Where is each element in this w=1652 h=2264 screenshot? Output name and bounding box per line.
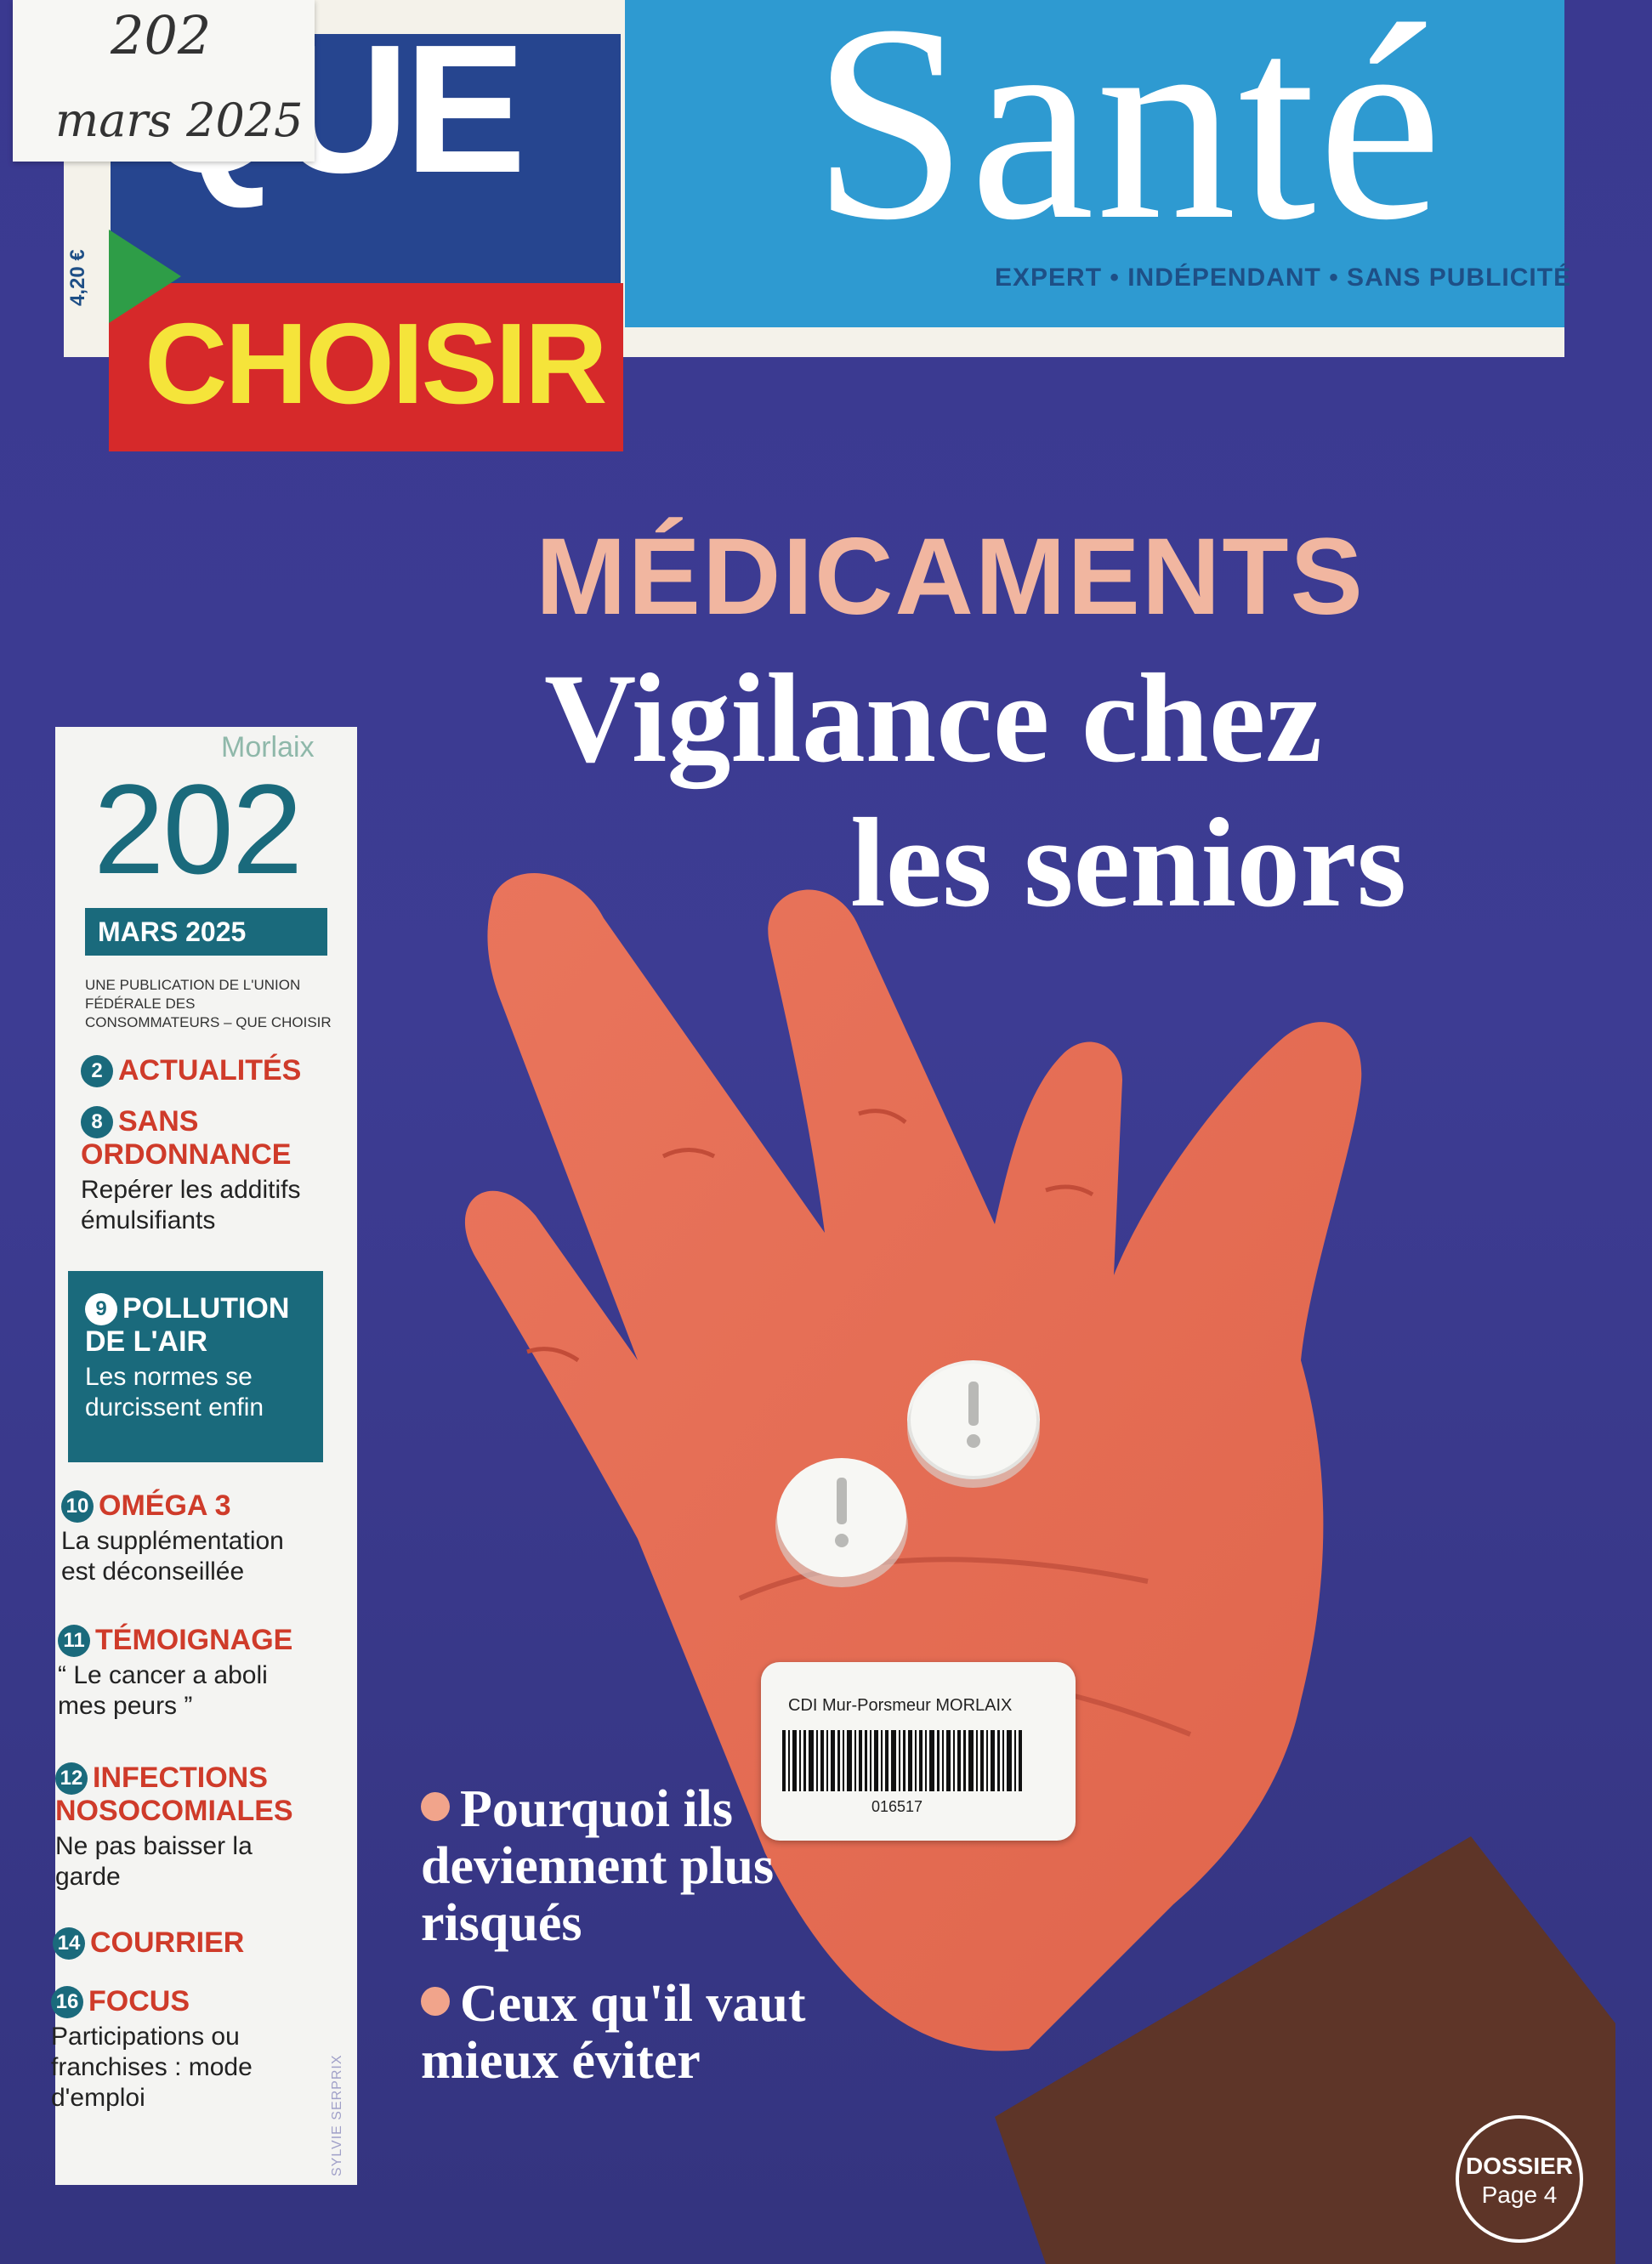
dossier-page: Page 4	[1481, 2182, 1558, 2208]
toc-page-number: 2	[81, 1054, 113, 1087]
exclamation-pill-icon	[775, 1458, 908, 1587]
headline-kicker: MÉDICAMENTS	[536, 516, 1365, 638]
bullet-text: Ceux qu'il vaut mieux éviter	[421, 1974, 806, 2090]
magazine-title: Santé	[812, 0, 1445, 278]
issue-number: 202	[94, 758, 303, 900]
toc-item: 2 ACTUALITÉS	[81, 1054, 336, 1087]
library-name: CDI Mur-Porsmeur MORLAIX	[788, 1696, 1013, 1715]
toc-title: SANS ORDONNANCE	[81, 1105, 292, 1171]
handwritten-sticker: 202 mars 2025	[13, 0, 315, 162]
toc-page-number: 10	[61, 1489, 94, 1523]
dossier-badge: DOSSIER Page 4	[1456, 2115, 1583, 2243]
toc-item: 8 SANS ORDONNANCE Repérer les additifs ém…	[81, 1105, 336, 1236]
toc-title: ACTUALITÉS	[118, 1054, 302, 1087]
toc-page-number: 12	[55, 1762, 88, 1795]
toc-title: FOCUS	[88, 1985, 190, 2017]
barcode-icon	[782, 1730, 1022, 1791]
brand-choisir-text: CHOISIR	[145, 299, 608, 428]
toc-page-number: 11	[58, 1624, 90, 1657]
magazine-cover: Santé EXPERT • INDÉPENDANT • SANS PUBLIC…	[0, 0, 1652, 2264]
toc-title: INFECTIONS NOSOCOMIALES	[55, 1762, 293, 1827]
bullet-dot-icon	[421, 1986, 450, 2016]
toc-item: 11 TÉMOIGNAGE “ Le cancer a aboli mes peu…	[58, 1624, 313, 1722]
toc-item: 10 OMÉGA 3 La supplémentation est déconse…	[61, 1489, 316, 1587]
toc-title: TÉMOIGNAGE	[95, 1624, 293, 1656]
handwritten-issue: 202	[111, 4, 212, 66]
illustrator-credit: SYLVIE SERPRIX	[330, 2054, 344, 2176]
toc-subtitle: Repérer les additifs émulsifiants	[81, 1176, 301, 1234]
toc-subtitle: Participations ou franchises : mode d'em…	[51, 2023, 253, 2112]
toc-item: 12 INFECTIONS NOSOCOMIALES Ne pas baisser…	[55, 1762, 310, 1892]
issue-date: MARS 2025	[85, 908, 327, 956]
toc-subtitle: Ne pas baisser la garde	[55, 1832, 253, 1891]
bullet-item: Ceux qu'il vaut mieux éviter	[421, 1974, 931, 2090]
toc-page-number: 9	[85, 1292, 117, 1325]
cover-price: 4,20 €	[66, 249, 89, 306]
toc-title: OMÉGA 3	[99, 1489, 231, 1522]
handwritten-date: mars 2025	[55, 94, 304, 147]
brand-arrow-icon	[109, 230, 181, 323]
headline-line-2: les seniors	[850, 792, 1407, 933]
toc-subtitle: La supplémentation est déconseillée	[61, 1527, 284, 1586]
toc-page-number: 16	[51, 1985, 83, 2018]
bullet-dot-icon	[421, 1792, 450, 1821]
dossier-label: DOSSIER	[1465, 2153, 1574, 2179]
toc-subtitle: “ Le cancer a aboli mes peurs ”	[58, 1661, 268, 1720]
bullet-text: Pourquoi ils deviennent plus risqués	[421, 1780, 775, 1952]
barcode-number: 016517	[871, 1798, 923, 1815]
toc-page-number: 8	[81, 1105, 113, 1138]
toc-item: 9 POLLUTION DE L'AIR Les normes se durcis…	[85, 1292, 315, 1423]
toc-subtitle: Les normes se durcissent enfin	[85, 1363, 264, 1421]
toc-item: 14 COURRIER	[53, 1926, 308, 1960]
headline-line-1: Vigilance chez	[544, 648, 1323, 789]
magazine-tagline: EXPERT • INDÉPENDANT • SANS PUBLICITÉ	[995, 264, 1572, 292]
library-barcode-label: CDI Mur-Porsmeur MORLAIX 016517	[761, 1662, 1076, 1841]
toc-title: COURRIER	[90, 1926, 245, 1959]
publisher-note: UNE PUBLICATION DE L'UNION FÉDÉRALE DES …	[85, 977, 332, 1031]
toc-item: 16 FOCUS Participations ou franchises : m…	[51, 1985, 306, 2114]
toc-page-number: 14	[53, 1926, 85, 1960]
exclamation-pill-icon	[907, 1360, 1040, 1488]
